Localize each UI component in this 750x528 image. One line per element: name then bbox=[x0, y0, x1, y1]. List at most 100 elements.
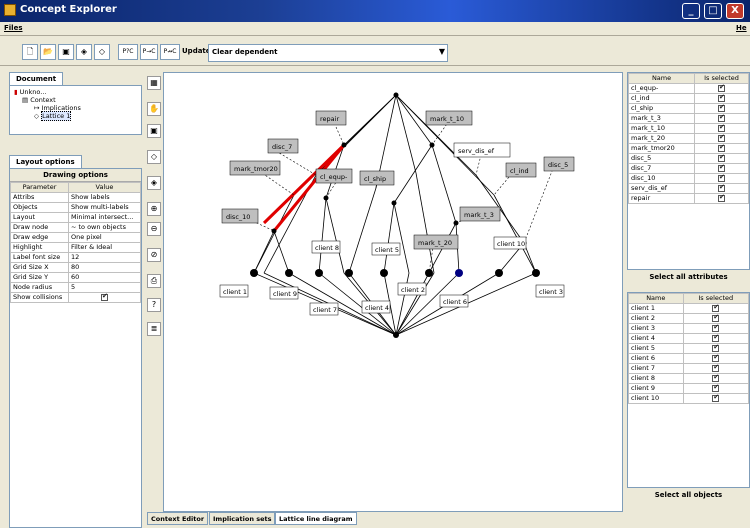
tree-item-root[interactable]: ▮ Unkno... bbox=[14, 88, 137, 96]
obj-checkbox[interactable] bbox=[712, 314, 720, 322]
table-row[interactable]: Draw node ~ to own objects bbox=[10, 222, 142, 233]
lattice-node[interactable] bbox=[391, 200, 397, 206]
menu-files[interactable]: Files bbox=[4, 24, 23, 32]
lattice-node[interactable] bbox=[532, 269, 540, 277]
obj-checkbox[interactable] bbox=[712, 334, 720, 342]
menu-help[interactable]: He bbox=[736, 24, 747, 32]
table-row[interactable]: cl_ind bbox=[627, 93, 749, 104]
table-row[interactable]: client 10 bbox=[628, 393, 750, 404]
list-icon[interactable]: ≣ bbox=[147, 322, 161, 336]
close-button[interactable]: X bbox=[726, 3, 744, 19]
table-row[interactable]: Layout Minimal intersect... bbox=[10, 212, 142, 223]
table-row[interactable]: client 2 bbox=[628, 313, 750, 324]
select-all-attributes-button[interactable]: Select all attributes bbox=[627, 270, 750, 284]
attr-checkbox[interactable] bbox=[718, 184, 726, 192]
tab-layout-options[interactable]: Layout options bbox=[9, 155, 82, 168]
maximize-button[interactable]: □ bbox=[704, 3, 722, 19]
tree-item-context[interactable]: ▤ Context bbox=[14, 96, 137, 104]
table-row[interactable]: client 4 bbox=[628, 333, 750, 344]
attr-checkbox[interactable] bbox=[718, 134, 726, 142]
table-row[interactable]: mark_tmor20 bbox=[627, 143, 749, 154]
attr-checkbox[interactable] bbox=[718, 154, 726, 162]
obj-checkbox[interactable] bbox=[712, 354, 720, 362]
zoom-out-icon[interactable]: ⊖ bbox=[147, 222, 161, 236]
save-icon[interactable]: ▣ bbox=[58, 44, 74, 60]
lattice-node[interactable] bbox=[380, 269, 388, 277]
obj-checkbox[interactable] bbox=[712, 384, 720, 392]
attr-checkbox[interactable] bbox=[718, 94, 726, 102]
lattice-node[interactable] bbox=[315, 269, 323, 277]
lattice-view-icon[interactable]: ◇ bbox=[147, 150, 161, 164]
lattice-icon[interactable]: ◈ bbox=[76, 44, 92, 60]
help-icon[interactable]: ? bbox=[147, 298, 161, 312]
attr-checkbox[interactable] bbox=[718, 84, 726, 92]
obj-checkbox[interactable] bbox=[712, 324, 720, 332]
table-row[interactable]: client 5 bbox=[628, 343, 750, 354]
table-row[interactable]: Show collisions bbox=[10, 292, 142, 303]
attr-checkbox[interactable] bbox=[718, 124, 726, 132]
lattice-node[interactable] bbox=[495, 269, 503, 277]
lattice-node[interactable] bbox=[285, 269, 293, 277]
tree-item-lattice[interactable]: ◇ Lattice 1 bbox=[14, 111, 137, 121]
attr-checkbox[interactable] bbox=[718, 104, 726, 112]
table-row[interactable]: disc_10 bbox=[627, 173, 749, 184]
table-row[interactable]: disc_7 bbox=[627, 163, 749, 174]
tab-context-editor[interactable]: Context Editor bbox=[147, 512, 209, 525]
table-row[interactable]: client 6 bbox=[628, 353, 750, 364]
table-row[interactable]: Highlight Filter & Ideal bbox=[10, 242, 142, 253]
table-row[interactable]: mark_t_3 bbox=[627, 113, 749, 124]
table-row[interactable]: Grid Size Y 60 bbox=[10, 272, 142, 283]
obj-checkbox[interactable] bbox=[712, 364, 720, 372]
zoom-in-icon[interactable]: ⊕ bbox=[147, 202, 161, 216]
lattice-node[interactable] bbox=[250, 269, 258, 277]
table-row[interactable]: Draw edge One pixel bbox=[10, 232, 142, 243]
lattice-node[interactable] bbox=[393, 92, 399, 98]
show-collisions-checkbox[interactable] bbox=[100, 293, 108, 301]
zoom-reset-icon[interactable]: ⊘ bbox=[147, 248, 161, 262]
attr-checkbox[interactable] bbox=[718, 114, 726, 122]
hand-icon[interactable]: ✋ bbox=[147, 102, 161, 116]
table-row[interactable]: Attribs Show labels bbox=[10, 192, 142, 203]
table-row[interactable]: Label font size 12 bbox=[10, 252, 142, 263]
obj-checkbox[interactable] bbox=[712, 304, 720, 312]
tab-document[interactable]: Document bbox=[9, 72, 64, 85]
attr-checkbox[interactable] bbox=[718, 174, 726, 182]
print-icon[interactable]: ⎙ bbox=[147, 274, 161, 288]
select-all-objects-button[interactable]: Select all objects bbox=[627, 488, 750, 502]
attr-checkbox[interactable] bbox=[718, 144, 726, 152]
table-row[interactable]: cl_ship bbox=[627, 103, 749, 114]
tab-implication-sets[interactable]: Implication sets bbox=[209, 512, 276, 525]
lattice-alt-icon[interactable]: ◇ bbox=[94, 44, 110, 60]
table-row[interactable]: client 1 bbox=[628, 303, 750, 314]
toolbar-button-p-implies-c[interactable]: P→C bbox=[140, 44, 158, 60]
table-row[interactable]: repair bbox=[627, 193, 749, 204]
lattice-node-selected[interactable] bbox=[455, 269, 463, 277]
tree-item-implications[interactable]: ↦ Implications bbox=[14, 104, 137, 112]
grid-icon[interactable]: ▦ bbox=[147, 76, 161, 90]
table-row[interactable]: Objects Show multi-labels bbox=[10, 202, 142, 213]
update-select[interactable]: Clear dependent ▼ bbox=[208, 44, 448, 62]
table-row[interactable]: client 3 bbox=[628, 323, 750, 334]
save-image-icon[interactable]: ▣ bbox=[147, 124, 161, 138]
attr-checkbox[interactable] bbox=[718, 194, 726, 202]
attr-checkbox[interactable] bbox=[718, 164, 726, 172]
table-row[interactable]: client 8 bbox=[628, 373, 750, 384]
toolbar-button-p-notimplies-c[interactable]: P↛C bbox=[160, 44, 180, 60]
table-row[interactable]: disc_5 bbox=[627, 153, 749, 164]
toolbar-button-p-query-c[interactable]: P?C bbox=[118, 44, 138, 60]
table-row[interactable]: cl_equp- bbox=[627, 83, 749, 94]
table-row[interactable]: Grid Size X 80 bbox=[10, 262, 142, 273]
tab-lattice-line-diagram[interactable]: Lattice line diagram bbox=[275, 512, 357, 525]
lattice-canvas[interactable]: repair mark_t_10 disc_7 serv_dis_ef mark… bbox=[163, 72, 623, 512]
table-row[interactable]: Node radius 5 bbox=[10, 282, 142, 293]
table-row[interactable]: client 9 bbox=[628, 383, 750, 394]
table-row[interactable]: mark_t_10 bbox=[627, 123, 749, 134]
lattice-node[interactable] bbox=[393, 332, 399, 338]
obj-checkbox[interactable] bbox=[712, 344, 720, 352]
table-row[interactable]: client 7 bbox=[628, 363, 750, 374]
obj-checkbox[interactable] bbox=[712, 374, 720, 382]
new-file-icon[interactable]: 🗋 bbox=[22, 44, 38, 60]
obj-checkbox[interactable] bbox=[712, 394, 720, 402]
table-row[interactable]: serv_dis_ef bbox=[627, 183, 749, 194]
lattice-view-alt-icon[interactable]: ◈ bbox=[147, 176, 161, 190]
